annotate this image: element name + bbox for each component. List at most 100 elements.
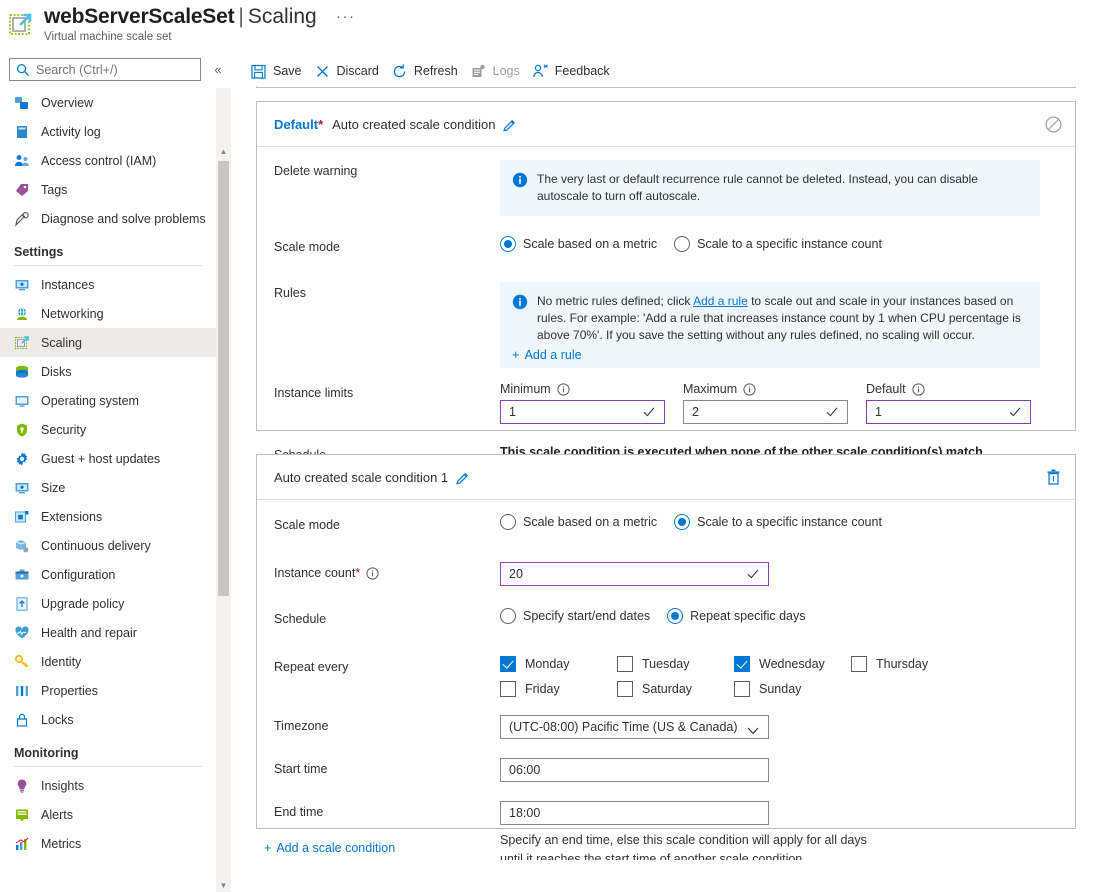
sidebar-item-operating-system[interactable]: Operating system [0,386,216,415]
sidebar-item-access-control[interactable]: Access control (IAM) [0,146,216,175]
logs-button[interactable]: Logs [468,56,530,86]
trash-icon[interactable] [1044,468,1063,487]
scroll-up-arrow-icon[interactable]: ▲ [216,144,231,160]
radio-scale-to-instance-count[interactable]: Scale to a specific instance count [674,236,882,252]
day-label: Saturday [642,682,693,696]
checkbox-tuesday[interactable]: Tuesday [617,656,734,672]
default-instance-input[interactable]: 1 [866,400,1031,424]
radio-scale-to-instance-count-2[interactable]: Scale to a specific instance count [674,514,882,530]
sidebar-item-properties[interactable]: Properties [0,676,216,705]
search-icon [16,63,30,80]
sidebar-item-activity-log[interactable]: Activity log [0,117,216,146]
sidebar-item-health-and-repair[interactable]: Health and repair [0,618,216,647]
maximum-instance-input[interactable]: 2 [683,400,848,424]
refresh-button[interactable]: Refresh [389,56,468,86]
search-input[interactable] [34,59,198,80]
start-time-input[interactable]: 06:00 [500,758,769,782]
sidebar-item-extensions[interactable]: Extensions [0,502,216,531]
check-icon [642,405,656,422]
sidebar-item-upgrade-policy[interactable]: Upgrade policy [0,589,216,618]
more-menu-icon[interactable]: ··· [336,8,356,25]
scaling-icon [14,335,30,351]
overview-icon [14,95,30,111]
minimum-instance-input[interactable]: 1 [500,400,665,424]
day-label: Thursday [876,657,929,671]
feedback-button[interactable]: Feedback [530,56,620,86]
checkbox-monday[interactable]: Monday [500,656,617,672]
default-instances-label: Default [866,382,1031,396]
lock-icon [14,712,30,728]
info-icon[interactable] [557,382,570,396]
delete-warning-text: The very last or default recurrence rule… [537,172,978,203]
minimum-field-wrapper: Minimum 1 [500,382,665,424]
minimum-value: 1 [509,405,516,419]
default-field-wrapper: Default 1 [866,382,1031,424]
radio-repeat-specific-days[interactable]: Repeat specific days [667,608,806,624]
day-label: Sunday [759,682,802,696]
add-a-rule-inline-link[interactable]: Add a rule [693,294,748,308]
discard-button[interactable]: Discard [312,56,389,86]
pencil-icon[interactable] [455,471,470,486]
collapse-sidebar-button[interactable]: « [209,61,227,79]
sidebar-item-label: Identity [41,654,82,669]
sidebar-item-disks[interactable]: Disks [0,357,216,386]
sidebar-item-tags[interactable]: Tags [0,175,216,204]
checkbox-friday[interactable]: Friday [500,681,617,697]
sidebar-group-monitoring: Monitoring [14,746,79,760]
day-label: Wednesday [759,657,825,671]
checkbox-saturday[interactable]: Saturday [617,681,734,697]
sidebar-item-configuration[interactable]: Configuration [0,560,216,589]
checkbox-indicator [617,681,633,697]
scale-mode-label: Scale mode [274,240,341,254]
checkbox-wednesday[interactable]: Wednesday [734,656,851,672]
sidebar-item-instances[interactable]: Instances [0,270,216,299]
info-icon[interactable] [366,566,379,580]
sidebar-item-size[interactable]: Size [0,473,216,502]
sidebar-item-scaling[interactable]: Scaling [0,328,216,357]
checkbox-thursday[interactable]: Thursday [851,656,968,672]
disabled-circle-icon[interactable] [1044,115,1063,134]
gear-icon [14,451,30,467]
add-scale-condition-button[interactable]: + Add a scale condition [264,841,395,855]
radio-scale-based-on-metric-2[interactable]: Scale based on a metric [500,514,657,530]
sidebar-item-metrics[interactable]: Metrics [0,829,216,858]
default-scale-condition-card: Default* Auto created scale condition De… [256,101,1076,462]
radio-scale-based-on-metric[interactable]: Scale based on a metric [500,236,657,252]
sidebar-item-security[interactable]: Security [0,415,216,444]
timezone-select[interactable]: (UTC-08:00) Pacific Time (US & Canada) [500,715,769,739]
key-icon [14,654,30,670]
sidebar-item-label: Alerts [41,807,73,822]
save-button[interactable]: Save [248,56,312,86]
sidebar-scrollbar[interactable]: ▲ ▼ [216,88,231,892]
days-row-1: Monday Tuesday Wednesday Thursday [500,656,1075,672]
access-control-icon [14,153,30,169]
sidebar-item-label: Activity log [41,124,101,139]
refresh-label: Refresh [413,64,458,78]
info-icon[interactable] [912,382,925,396]
pencil-icon[interactable] [502,118,517,133]
checkbox-sunday[interactable]: Sunday [734,681,851,697]
add-scale-condition-label: Add a scale condition [276,841,396,855]
sidebar-item-networking[interactable]: Networking [0,299,216,328]
sidebar-item-guest-host-updates[interactable]: Guest + host updates [0,444,216,473]
search-box[interactable] [9,58,201,81]
scroll-down-arrow-icon[interactable]: ▼ [216,878,231,894]
sidebar-item-continuous-delivery[interactable]: Continuous delivery [0,531,216,560]
radio-indicator [674,514,691,530]
sidebar-item-alerts[interactable]: Alerts [0,800,216,829]
sidebar-item-overview[interactable]: Overview [0,88,216,117]
info-icon[interactable] [743,382,756,396]
end-time-input[interactable]: 18:00 [500,801,769,825]
sidebar-item-identity[interactable]: Identity [0,647,216,676]
instance-count-input[interactable]: 20 [500,562,769,586]
radio-label: Scale to a specific instance count [697,515,882,529]
radio-specify-start-end-dates[interactable]: Specify start/end dates [500,608,650,624]
add-a-rule-button[interactable]: + Add a rule [512,347,582,362]
maximum-value: 2 [692,405,699,419]
sidebar-item-label: Tags [41,182,68,197]
instance-count-value: 20 [509,567,523,581]
sidebar-item-diagnose[interactable]: Diagnose and solve problems [0,204,216,233]
sidebar-item-insights[interactable]: Insights [0,771,216,800]
sidebar-item-locks[interactable]: Locks [0,705,216,734]
sidebar-scrollbar-thumb[interactable] [218,161,229,596]
